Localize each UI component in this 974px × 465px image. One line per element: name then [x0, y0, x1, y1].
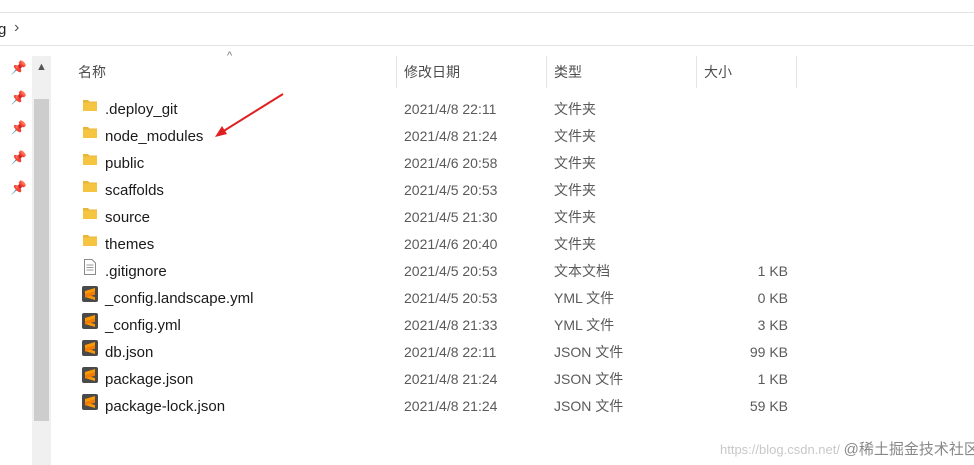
file-row[interactable]: package.json 2021/4/8 21:24 JSON 文件 1 KB	[60, 366, 974, 393]
file-name[interactable]: public	[105, 150, 144, 177]
pin-icon[interactable]: 📌	[8, 60, 30, 90]
file-row[interactable]: node_modules 2021/4/8 21:24 文件夹	[60, 123, 974, 150]
pin-icon[interactable]: 📌	[8, 90, 30, 120]
file-date: 2021/4/8 21:24	[404, 371, 498, 387]
sublime-file-icon	[81, 366, 99, 384]
folder-icon	[81, 177, 99, 195]
file-date: 2021/4/5 20:53	[404, 263, 498, 279]
file-type: 文件夹	[554, 128, 596, 144]
scrollbar-thumb[interactable]	[34, 99, 49, 421]
folder-icon	[81, 123, 99, 141]
folder-icon	[81, 96, 99, 114]
file-row[interactable]: .gitignore 2021/4/5 20:53 文本文档 1 KB	[60, 258, 974, 285]
watermark-brand: @稀土掘金技术社区	[843, 441, 974, 458]
column-divider[interactable]	[546, 56, 547, 88]
file-date: 2021/4/6 20:58	[404, 155, 498, 171]
file-type: JSON 文件	[554, 398, 624, 414]
file-size: 99 KB	[749, 344, 788, 360]
file-name[interactable]: _config.landscape.yml	[105, 285, 253, 312]
folder-icon	[81, 204, 99, 222]
file-type: JSON 文件	[554, 371, 624, 387]
text-file-icon	[81, 258, 99, 276]
file-size: 1 KB	[757, 371, 788, 387]
column-header: ^ 名称 修改日期 类型 大小	[60, 50, 974, 88]
file-row[interactable]: public 2021/4/6 20:58 文件夹	[60, 150, 974, 177]
pin-icon[interactable]: 📌	[8, 150, 30, 180]
pin-icon[interactable]: 📌	[8, 120, 30, 150]
folder-icon	[81, 150, 99, 168]
scroll-up-icon[interactable]: ▲	[32, 56, 51, 78]
breadcrumb[interactable]: g	[0, 21, 6, 38]
file-name[interactable]: node_modules	[105, 123, 203, 150]
sublime-file-icon	[81, 312, 99, 330]
address-bar[interactable]: g ›	[0, 12, 974, 46]
file-type: YML 文件	[554, 290, 615, 306]
file-name[interactable]: package.json	[105, 366, 193, 393]
file-type: 文件夹	[554, 182, 596, 198]
file-date: 2021/4/5 20:53	[404, 290, 498, 306]
watermark: https://blog.csdn.net/ @稀土掘金技术社区	[720, 438, 974, 459]
sublime-file-icon	[81, 393, 99, 411]
file-date: 2021/4/8 21:33	[404, 317, 498, 333]
file-date: 2021/4/5 20:53	[404, 182, 498, 198]
file-date: 2021/4/8 22:11	[404, 344, 497, 360]
file-date: 2021/4/8 21:24	[404, 128, 498, 144]
quick-access-pins: 📌 📌 📌 📌 📌	[8, 60, 30, 210]
watermark-url: https://blog.csdn.net/	[720, 442, 840, 457]
file-row[interactable]: scaffolds 2021/4/5 20:53 文件夹	[60, 177, 974, 204]
file-date: 2021/4/8 21:24	[404, 398, 498, 414]
sublime-file-icon	[81, 285, 99, 303]
chevron-right-icon[interactable]: ›	[14, 19, 19, 37]
column-divider[interactable]	[696, 56, 697, 88]
file-size: 59 KB	[749, 398, 788, 414]
file-type: 文件夹	[554, 236, 596, 252]
file-date: 2021/4/6 20:40	[404, 236, 498, 252]
file-name[interactable]: .deploy_git	[105, 96, 178, 123]
file-type: 文件夹	[554, 155, 596, 171]
header-size[interactable]: 大小	[704, 56, 732, 88]
folder-icon	[81, 231, 99, 249]
file-row[interactable]: _config.landscape.yml 2021/4/5 20:53 YML 文…	[60, 285, 974, 312]
file-row[interactable]: _config.yml 2021/4/8 21:33 YML 文件 3 KB	[60, 312, 974, 339]
file-row[interactable]: package-lock.json 2021/4/8 21:24 JSON 文件 59…	[60, 393, 974, 420]
header-name[interactable]: 名称	[78, 56, 106, 88]
file-size: 3 KB	[757, 317, 788, 333]
column-divider[interactable]	[396, 56, 397, 88]
file-name[interactable]: package-lock.json	[105, 393, 225, 420]
header-date[interactable]: 修改日期	[404, 56, 460, 88]
annotation-arrow	[215, 93, 284, 137]
file-size: 1 KB	[757, 263, 788, 279]
file-row[interactable]: source 2021/4/5 21:30 文件夹	[60, 204, 974, 231]
header-type[interactable]: 类型	[554, 56, 582, 88]
file-row[interactable]: db.json 2021/4/8 22:11 JSON 文件 99 KB	[60, 339, 974, 366]
file-name[interactable]: db.json	[105, 339, 153, 366]
file-size: 0 KB	[757, 290, 788, 306]
file-name[interactable]: _config.yml	[105, 312, 181, 339]
file-row[interactable]: themes 2021/4/6 20:40 文件夹	[60, 231, 974, 258]
file-name[interactable]: .gitignore	[105, 258, 167, 285]
file-date: 2021/4/5 21:30	[404, 209, 498, 225]
file-date: 2021/4/8 22:11	[404, 101, 497, 117]
file-type: 文件夹	[554, 209, 596, 225]
file-name[interactable]: source	[105, 204, 150, 231]
file-type: JSON 文件	[554, 344, 624, 360]
column-divider[interactable]	[796, 56, 797, 88]
sort-ascending-icon: ^	[227, 50, 233, 62]
file-row[interactable]: .deploy_git 2021/4/8 22:11 文件夹	[60, 96, 974, 123]
file-name[interactable]: themes	[105, 231, 154, 258]
sublime-file-icon	[81, 339, 99, 357]
nav-scrollbar[interactable]: ▲	[32, 56, 51, 465]
file-name[interactable]: scaffolds	[105, 177, 164, 204]
file-type: YML 文件	[554, 317, 615, 333]
file-type: 文件夹	[554, 101, 596, 117]
file-type: 文本文档	[554, 263, 610, 279]
pin-icon[interactable]: 📌	[8, 180, 30, 210]
